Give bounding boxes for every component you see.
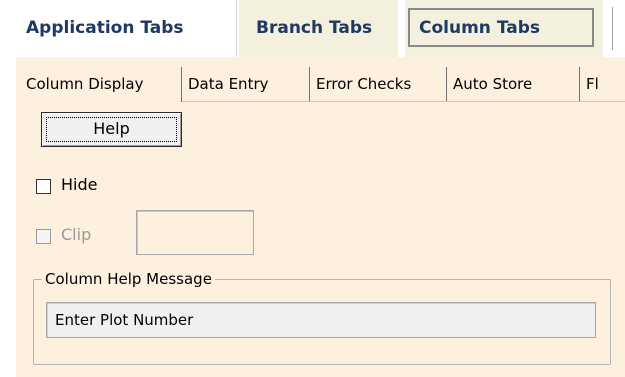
column-tabs-panel: Column Display Data Entry Error Checks A… bbox=[16, 57, 625, 377]
hide-checkbox[interactable] bbox=[36, 179, 51, 194]
help-message-field[interactable]: Enter Plot Number bbox=[46, 302, 596, 338]
clip-value-input bbox=[136, 210, 254, 255]
clip-checkbox bbox=[36, 229, 51, 244]
help-button-label: Help bbox=[93, 119, 130, 138]
tab-column-tabs[interactable]: Column Tabs bbox=[405, 0, 603, 57]
tab-application-tabs[interactable]: Application Tabs bbox=[16, 0, 237, 57]
tab-divider bbox=[612, 7, 613, 50]
sub-tab-baseline bbox=[182, 101, 625, 102]
help-button[interactable]: Help bbox=[41, 112, 182, 147]
column-help-message-group: Column Help Message Enter Plot Number bbox=[33, 269, 611, 365]
tab-branch-tabs[interactable]: Branch Tabs bbox=[238, 0, 398, 57]
hide-checkbox-label[interactable]: Hide bbox=[61, 175, 97, 194]
tab-error-checks[interactable]: Error Checks bbox=[310, 67, 447, 102]
tab-data-entry[interactable]: Data Entry bbox=[182, 67, 310, 102]
top-tab-strip: Application Tabs Branch Tabs Column Tabs bbox=[0, 0, 625, 57]
tab-auto-store[interactable]: Auto Store bbox=[447, 67, 580, 102]
clip-checkbox-label: Clip bbox=[61, 225, 92, 244]
sub-tab-strip: Column Display Data Entry Error Checks A… bbox=[16, 67, 625, 102]
tab-column-display[interactable]: Column Display bbox=[16, 67, 182, 102]
tab-strip-filler bbox=[603, 0, 625, 57]
tab-truncated[interactable]: Fl bbox=[580, 67, 625, 102]
group-legend: Column Help Message bbox=[42, 269, 215, 289]
